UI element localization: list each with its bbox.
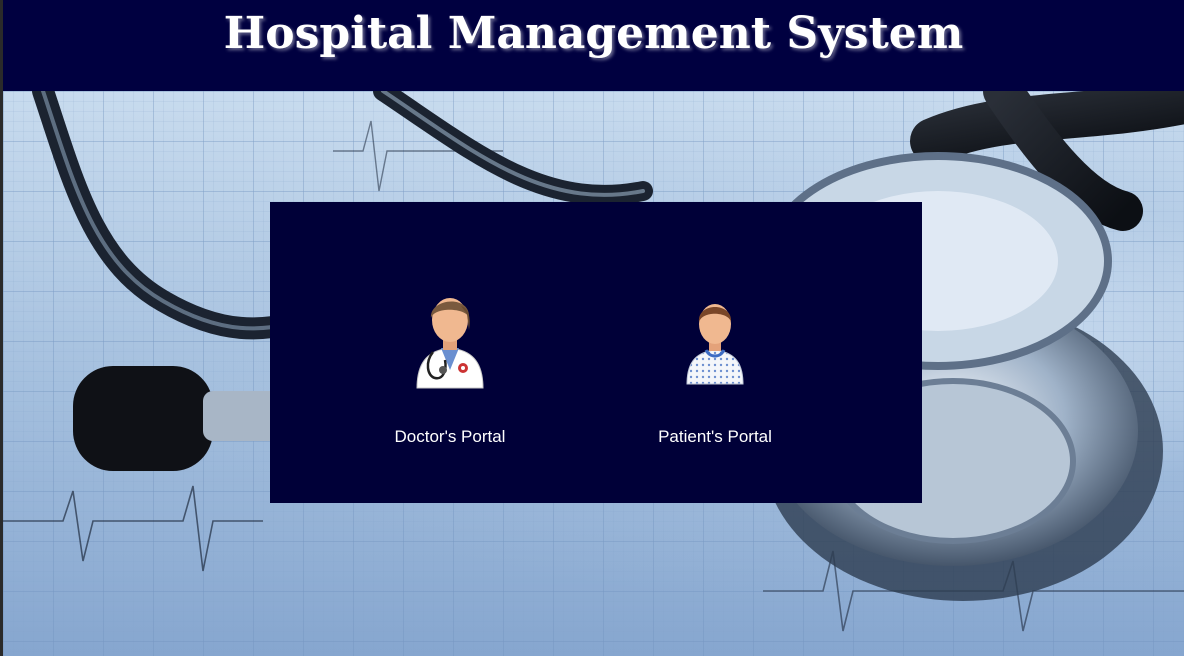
header-bar: Hospital Management System xyxy=(3,0,1184,91)
patient-portal-label: Patient's Portal xyxy=(658,427,772,446)
doctor-icon xyxy=(416,298,484,389)
doctor-portal-button[interactable]: Doctor's Portal xyxy=(350,290,550,460)
page-title: Hospital Management System xyxy=(223,8,964,59)
portal-selection-panel: Doctor's Portal Patient's Portal xyxy=(270,202,922,503)
patient-portal-button[interactable]: Patient's Portal xyxy=(615,290,815,460)
window-left-edge xyxy=(0,0,3,656)
patient-icon xyxy=(686,304,744,385)
doctor-portal-label: Doctor's Portal xyxy=(394,427,506,446)
